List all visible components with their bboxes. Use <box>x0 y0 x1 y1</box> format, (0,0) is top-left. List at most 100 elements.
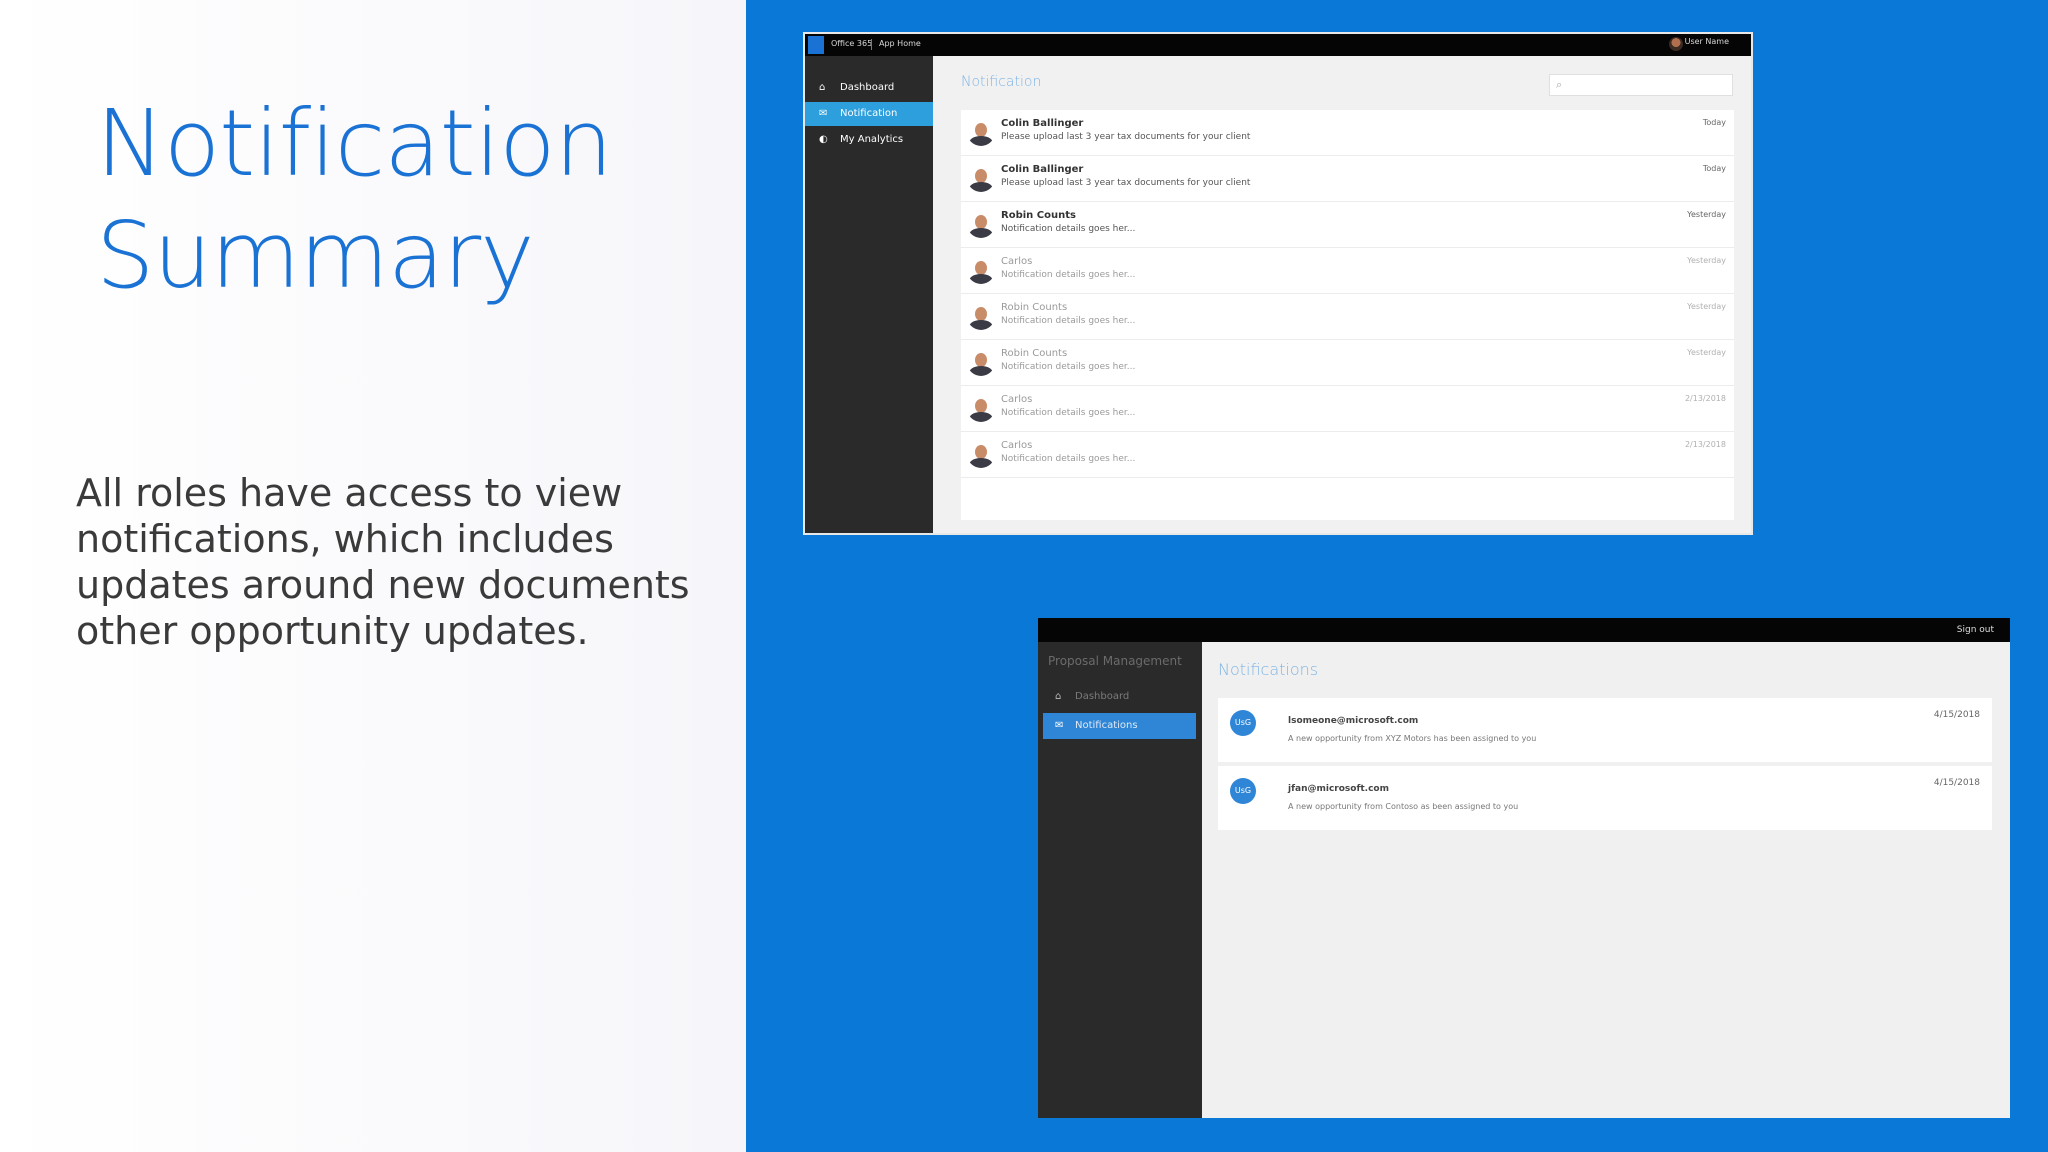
search-input[interactable]: ⌕ <box>1549 74 1733 96</box>
avatar <box>967 440 995 468</box>
notification-row[interactable]: Carlos Notification details goes her... 2/… <box>961 386 1734 432</box>
notification-list: Colin Ballinger Please upload last 3 year… <box>961 110 1734 520</box>
avatar-shoulders <box>969 274 993 284</box>
notification-date: Yesterday <box>1687 302 1726 311</box>
notification-date: 2/13/2018 <box>1684 394 1726 403</box>
sidebar-item-label: Notification <box>840 108 898 119</box>
avatar <box>967 348 995 376</box>
avatar-shoulders <box>969 320 993 330</box>
notification-row[interactable]: Robin Counts Notification details goes he… <box>961 294 1734 340</box>
notification-date: Today <box>1702 164 1726 173</box>
avatar-face <box>975 261 987 275</box>
notification-message: A new opportunity from XYZ Motors has be… <box>1288 734 1537 743</box>
user-initials-badge: UsG <box>1230 778 1256 804</box>
notification-card[interactable]: UsG jfan@microsoft.com A new opportunity f… <box>1218 766 1992 830</box>
notification-detail: Notification details goes her... <box>1001 316 1136 326</box>
avatar <box>967 118 995 146</box>
sidebar-item-label: My Analytics <box>840 134 904 145</box>
avatar-face <box>975 169 987 183</box>
sidebar-item-my-analytics[interactable]: ◐ My Analytics <box>805 128 933 152</box>
user-initials-badge: UsG <box>1230 710 1256 736</box>
notification-date: 4/15/2018 <box>1933 778 1980 788</box>
avatar-face <box>975 399 987 413</box>
sender-email: jfan@microsoft.com <box>1288 784 1389 794</box>
notification-detail: Notification details goes her... <box>1001 408 1136 418</box>
avatar-shoulders <box>969 136 993 146</box>
home-icon: ⌂ <box>1055 691 1062 702</box>
slide-title: Notification Summary <box>96 88 716 312</box>
app-title: Proposal Management <box>1048 654 1182 668</box>
app-home-link[interactable]: App Home <box>879 39 921 48</box>
notification-detail: Please upload last 3 year tax documents … <box>1001 178 1251 188</box>
notification-row[interactable]: Carlos Notification details goes her... 2/… <box>961 432 1734 478</box>
app-launcher-icon[interactable] <box>808 36 824 54</box>
notification-detail: Please upload last 3 year tax documents … <box>1001 132 1251 142</box>
avatar-shoulders <box>969 182 993 192</box>
avatar-face <box>975 215 987 229</box>
analytics-icon: ◐ <box>819 134 828 145</box>
sender-name: Carlos <box>1001 440 1033 451</box>
notification-date: Yesterday <box>1687 348 1726 357</box>
sidebar-item-dashboard[interactable]: ⌂ Dashboard <box>805 76 933 100</box>
avatar-shoulders <box>969 228 993 238</box>
avatar <box>967 210 995 238</box>
slide-body-text: All roles have access to view notificati… <box>76 471 690 653</box>
topbar-divider <box>871 39 872 50</box>
avatar-face <box>975 123 987 137</box>
slide-title-line1: Notification <box>96 90 613 197</box>
avatar-face <box>975 445 987 459</box>
notification-card[interactable]: UsG lsomeone@microsoft.com A new opportuni… <box>1218 698 1992 762</box>
app-name[interactable]: Office 365 <box>831 39 872 48</box>
notification-row[interactable]: Carlos Notification details goes her... Ye… <box>961 248 1734 294</box>
sidebar-item-label: Dashboard <box>1075 691 1130 702</box>
notification-detail: Notification details goes her... <box>1001 454 1136 464</box>
notification-date: 4/15/2018 <box>1933 710 1980 720</box>
home-icon: ⌂ <box>819 82 826 93</box>
notification-detail: Notification details goes her... <box>1001 362 1136 372</box>
sidebar-item-label: Dashboard <box>840 82 895 93</box>
notification-row[interactable]: Colin Ballinger Please upload last 3 year… <box>961 110 1734 156</box>
avatar <box>967 302 995 330</box>
sign-out-link[interactable]: Sign out <box>1957 625 1994 635</box>
notification-row[interactable]: Colin Ballinger Please upload last 3 year… <box>961 156 1734 202</box>
avatar <box>967 394 995 422</box>
sender-name: Robin Counts <box>1001 210 1076 221</box>
notification-date: 2/13/2018 <box>1684 440 1726 449</box>
sidebar-item-dashboard[interactable]: ⌂ Dashboard <box>1043 684 1196 710</box>
search-icon: ⌕ <box>1556 78 1563 91</box>
avatar <box>967 256 995 284</box>
notification-date: Yesterday <box>1687 210 1726 219</box>
notification-row[interactable]: Robin Counts Notification details goes he… <box>961 340 1734 386</box>
avatar-shoulders <box>969 458 993 468</box>
page-title: Notifications <box>1218 660 1319 679</box>
user-name[interactable]: User Name <box>1685 37 1729 46</box>
top-bar: Office 365 App Home User Name <box>805 34 1751 56</box>
notification-icon: ✉ <box>819 108 828 119</box>
sender-name: Carlos <box>1001 256 1033 267</box>
notification-app-screenshot-1: Office 365 App Home User Name ⌂ Dashboar… <box>803 32 1753 535</box>
sidebar-item-notifications[interactable]: ✉ Notifications <box>1043 713 1196 739</box>
top-bar: Sign out <box>1038 618 2010 642</box>
sidebar: Proposal Management ⌂ Dashboard ✉ Notifi… <box>1038 642 1202 1118</box>
notification-detail: Notification details goes her... <box>1001 270 1136 280</box>
notification-detail: Notification details goes her... <box>1001 224 1136 234</box>
slide-text-panel: Notification Summary All roles have acce… <box>0 0 746 1152</box>
notification-date: Today <box>1702 118 1726 127</box>
avatar-face <box>975 353 987 367</box>
sidebar-item-notification[interactable]: ✉ Notification <box>805 102 933 126</box>
sender-name: Colin Ballinger <box>1001 164 1084 175</box>
slide-title-line2: Summary <box>96 202 535 309</box>
page-title: Notification <box>961 74 1042 90</box>
sender-name: Colin Ballinger <box>1001 118 1084 129</box>
sender-name: Robin Counts <box>1001 348 1068 359</box>
sidebar: ⌂ Dashboard ✉ Notification ◐ My Analytic… <box>805 56 933 533</box>
notification-date: Yesterday <box>1687 256 1726 265</box>
avatar-face <box>975 307 987 321</box>
user-avatar[interactable] <box>1669 37 1683 51</box>
sender-name: Robin Counts <box>1001 302 1068 313</box>
notification-row[interactable]: Robin Counts Notification details goes he… <box>961 202 1734 248</box>
avatar-shoulders <box>969 366 993 376</box>
sender-name: Carlos <box>1001 394 1033 405</box>
avatar-shoulders <box>969 412 993 422</box>
notification-icon: ✉ <box>1055 720 1064 731</box>
